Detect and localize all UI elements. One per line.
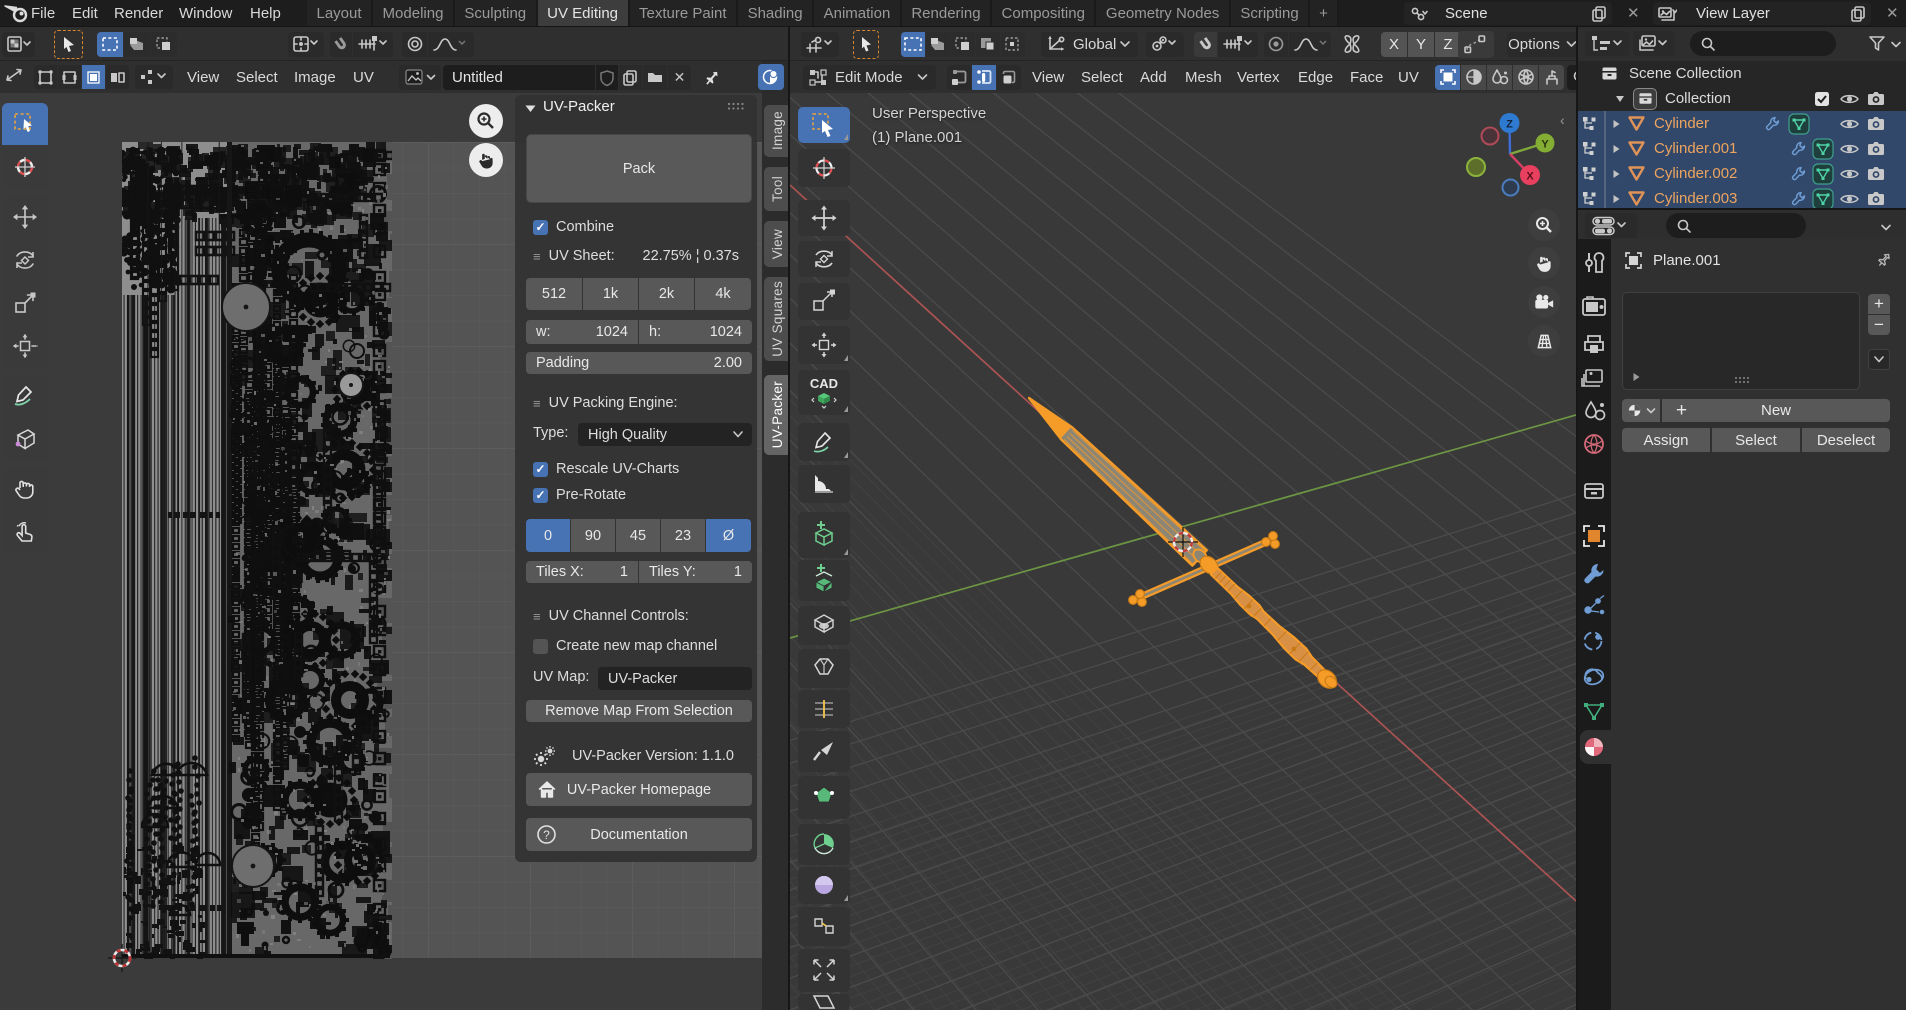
svg-text:Z: Z [1506,119,1513,131]
svg-text:?: ? [543,828,550,842]
svg-text:X: X [1526,171,1534,183]
svg-text:Y: Y [1541,139,1549,151]
svg-text:CAD: CAD [810,376,838,391]
